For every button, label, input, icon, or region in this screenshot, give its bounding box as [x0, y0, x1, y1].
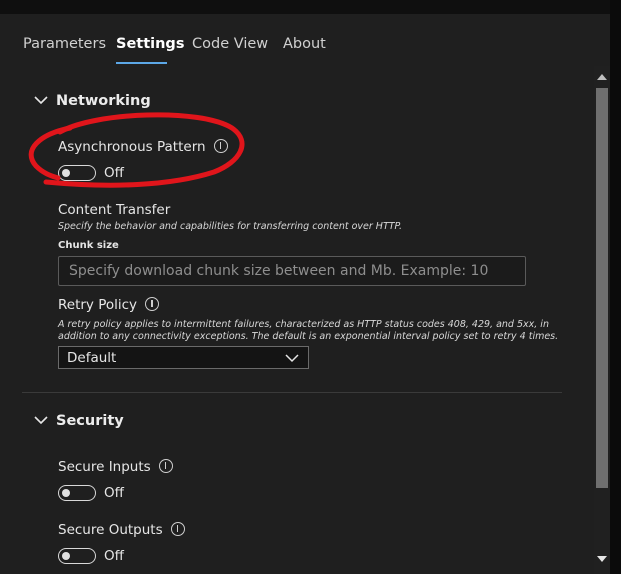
toggle-knob: [62, 488, 70, 497]
window-top-bar: [0, 0, 621, 14]
info-icon[interactable]: [158, 459, 173, 473]
retry-policy-description: A retry policy applies to intermittent f…: [58, 319, 559, 342]
secure-inputs-label-text: Secure Inputs: [58, 459, 151, 475]
secure-outputs-toggle[interactable]: [58, 548, 96, 564]
security-section-title: Security: [56, 413, 124, 429]
chunk-size-input[interactable]: Specify download chunk size between and …: [58, 256, 526, 286]
async-pattern-label-text: Asynchronous Pattern: [58, 139, 206, 155]
tab-bar: Parameters Settings Code View About: [0, 14, 610, 70]
tab-about[interactable]: About: [283, 36, 326, 52]
active-tab-indicator: [116, 62, 167, 64]
tab-parameters[interactable]: Parameters: [23, 36, 106, 52]
secure-inputs-label: Secure Inputs: [58, 459, 173, 475]
secure-inputs-toggle-row: Off: [58, 483, 124, 503]
scroll-thumb[interactable]: [596, 88, 608, 488]
info-icon[interactable]: [213, 139, 228, 153]
vertical-scrollbar[interactable]: [594, 66, 610, 574]
retry-policy-label: Retry Policy: [58, 297, 160, 313]
toggle-knob: [62, 168, 70, 177]
secure-inputs-state: Off: [104, 485, 124, 501]
secure-outputs-toggle-row: Off: [58, 546, 124, 566]
networking-section-title: Networking: [56, 93, 151, 109]
tab-settings[interactable]: Settings: [116, 36, 184, 52]
chunk-size-label: Chunk size: [58, 240, 119, 251]
async-pattern-toggle-row: Off: [58, 163, 124, 183]
chevron-down-icon: [285, 351, 299, 367]
async-pattern-toggle[interactable]: [58, 165, 96, 181]
secure-inputs-toggle[interactable]: [58, 485, 96, 501]
scroll-up-arrow-icon[interactable]: [597, 74, 607, 80]
chevron-down-icon: [34, 93, 48, 109]
content-transfer-description: Specify the behavior and capabilities fo…: [58, 221, 402, 232]
content-transfer-label: Content Transfer: [58, 202, 171, 218]
chevron-down-icon: [34, 413, 48, 429]
retry-policy-select[interactable]: Default: [58, 346, 309, 369]
info-icon[interactable]: [170, 522, 185, 536]
toggle-knob: [62, 551, 70, 560]
tab-code-view[interactable]: Code View: [192, 36, 268, 52]
retry-policy-label-text: Retry Policy: [58, 297, 138, 313]
retry-policy-selected: Default: [67, 350, 117, 366]
async-pattern-label: Asynchronous Pattern: [58, 139, 228, 155]
secure-outputs-state: Off: [104, 548, 124, 564]
window-edge: [610, 0, 621, 574]
secure-outputs-label-text: Secure Outputs: [58, 522, 163, 538]
scroll-down-arrow-icon[interactable]: [597, 556, 607, 562]
secure-outputs-label: Secure Outputs: [58, 522, 185, 538]
networking-section-header[interactable]: Networking: [34, 93, 151, 109]
security-section-header[interactable]: Security: [34, 413, 124, 429]
section-divider: [22, 392, 562, 393]
async-pattern-state: Off: [104, 165, 124, 181]
info-icon[interactable]: [145, 297, 160, 311]
